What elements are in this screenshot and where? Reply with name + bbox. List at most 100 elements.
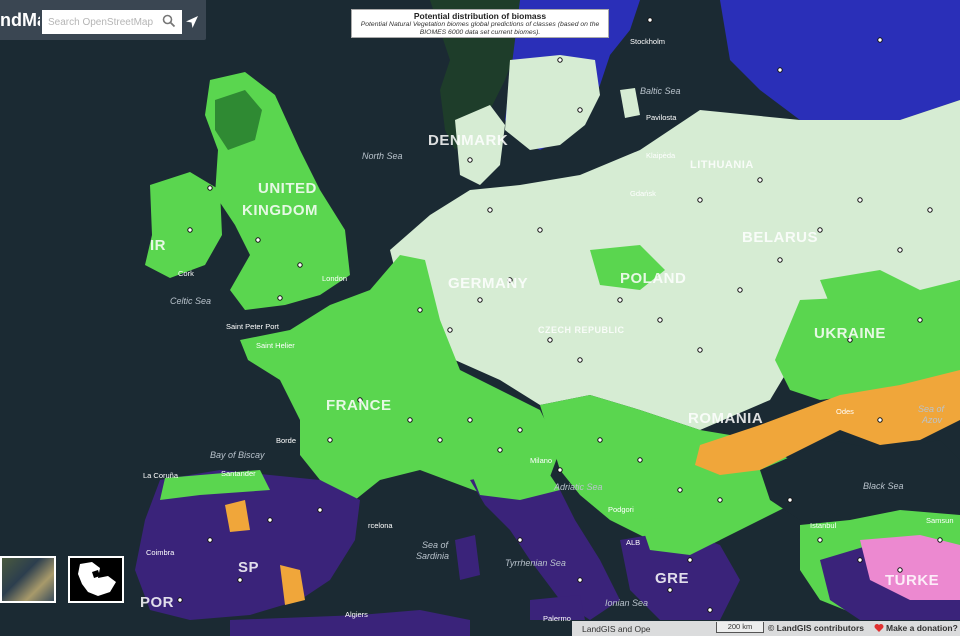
marker[interactable] [327,437,333,443]
marker[interactable] [517,427,523,433]
marker[interactable] [737,287,743,293]
marker[interactable] [417,307,423,313]
marker[interactable] [877,37,883,43]
label-klaipeda: Klaipėda [646,151,676,160]
marker[interactable] [187,227,193,233]
label-romania: ROMANIA [688,410,763,427]
label-london: London [322,274,347,283]
marker[interactable] [557,57,563,63]
marker[interactable] [817,537,823,543]
label-pavilosta: Pavilosta [646,113,677,122]
marker[interactable] [497,447,503,453]
label-greece: GRE [655,570,689,587]
marker[interactable] [207,537,213,543]
label-barcelona: rcelona [368,521,393,530]
marker[interactable] [687,557,693,563]
marker[interactable] [667,587,673,593]
marker[interactable] [717,497,723,503]
marker[interactable] [407,417,413,423]
label-istanbul: Istanbul [810,521,837,530]
marker[interactable] [487,207,493,213]
marker[interactable] [577,357,583,363]
marker[interactable] [777,257,783,263]
label-podgorica: Podgori [608,505,634,514]
marker[interactable] [207,185,213,191]
basemap-satellite-thumbnail[interactable] [0,556,56,603]
marker[interactable] [267,517,273,523]
marker[interactable] [657,317,663,323]
marker[interactable] [547,337,553,343]
marker[interactable] [597,437,603,443]
marker[interactable] [677,487,683,493]
marker[interactable] [927,207,933,213]
layer-legend: Potential distribution of biomass Potent… [351,9,609,38]
marker[interactable] [467,417,473,423]
label-sardinia-2: Sardinia [416,551,449,561]
marker[interactable] [697,347,703,353]
bw-map-icon [78,562,116,596]
label-stockholm: Stockholm [630,37,665,46]
locate-arrow-icon[interactable] [184,14,200,30]
marker[interactable] [297,262,303,268]
biome-map[interactable]: UNITED KINGDOM DENMARK GERMANY POLAND FR… [0,0,960,636]
marker[interactable] [637,457,643,463]
label-saint-peter-port: Saint Peter Port [226,322,280,331]
legend-title: Potential distribution of biomass [413,11,547,21]
marker[interactable] [577,107,583,113]
label-denmark: DENMARK [428,132,508,149]
copyright-link[interactable]: © LandGIS contributors [768,623,864,633]
marker[interactable] [255,237,261,243]
marker[interactable] [467,157,473,163]
marker[interactable] [617,297,623,303]
label-la-coruna: La Coruña [143,471,179,480]
marker[interactable] [647,17,653,23]
marker[interactable] [557,467,563,473]
marker[interactable] [757,177,763,183]
marker[interactable] [897,247,903,253]
marker[interactable] [177,597,183,603]
marker[interactable] [317,507,323,513]
marker[interactable] [937,537,943,543]
marker[interactable] [277,295,283,301]
scale-bar: 200 km [716,622,764,633]
marker[interactable] [857,557,863,563]
label-north-sea: North Sea [362,151,403,161]
marker[interactable] [477,297,483,303]
marker[interactable] [877,417,883,423]
marker[interactable] [787,497,793,503]
label-odesa: Odes [836,407,854,416]
marker[interactable] [777,67,783,73]
heart-icon [874,624,884,632]
app-logo[interactable]: ndMap [0,10,40,31]
marker[interactable] [237,577,243,583]
search-icon[interactable] [162,14,176,28]
legend-description-line-1: Potential Natural Vegetation biomes glob… [360,21,600,28]
marker[interactable] [437,437,443,443]
label-ukraine: UKRAINE [814,325,886,342]
label-biscay: Bay of Biscay [210,450,265,460]
label-milano: Milano [530,456,552,465]
legend-description-line-2: BIOMES 6000 data set current biomes). [419,29,541,36]
label-santander: Santander [221,469,256,478]
marker[interactable] [447,327,453,333]
marker[interactable] [517,537,523,543]
label-france: FRANCE [326,397,392,414]
label-poland: POLAND [620,270,686,287]
label-germany: GERMANY [448,275,528,292]
marker[interactable] [857,197,863,203]
label-alb: ALB [626,538,640,547]
search-input[interactable] [42,10,182,34]
marker[interactable] [707,607,713,613]
label-samsun: Samsun [926,516,954,525]
label-lithuania: LITHUANIA [690,159,754,171]
label-uk-1: UNITED [258,180,317,197]
marker[interactable] [697,197,703,203]
donation-link[interactable]: Make a donation? [886,623,958,633]
marker[interactable] [577,577,583,583]
marker[interactable] [917,317,923,323]
marker[interactable] [817,227,823,233]
attribution-text[interactable]: LandGIS and Ope [572,624,702,634]
label-cork: Cork [178,269,194,278]
basemap-bw-thumbnail[interactable] [68,556,124,603]
marker[interactable] [537,227,543,233]
